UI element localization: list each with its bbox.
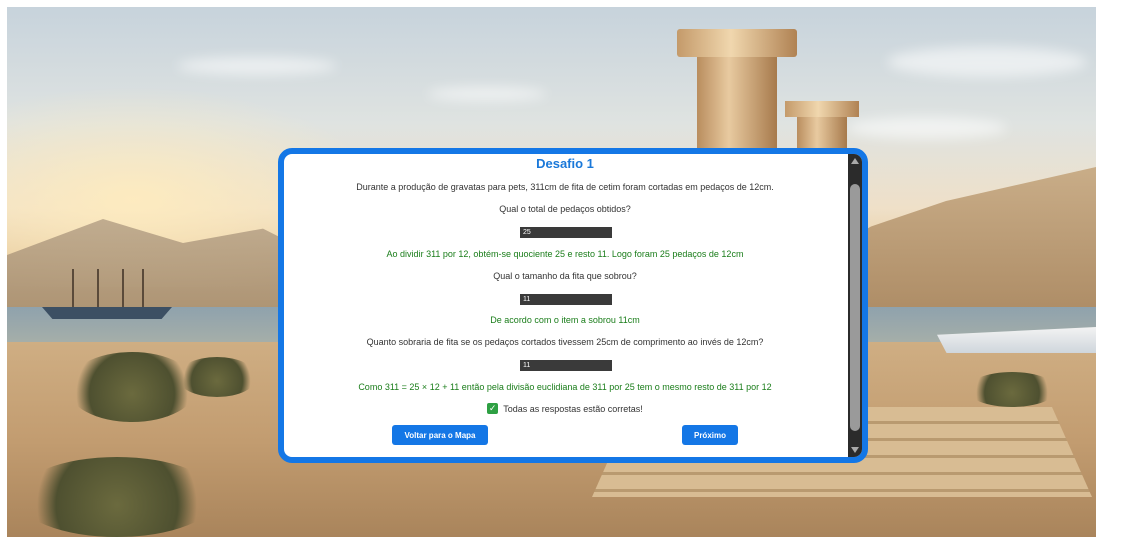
dialog-title: Desafio 1: [536, 156, 594, 171]
all-correct-message: ✓ Todas as respostas estão corretas!: [284, 403, 846, 414]
next-button[interactable]: Próximo: [682, 425, 738, 445]
scroll-up-arrow-icon[interactable]: [851, 158, 859, 164]
back-to-map-button[interactable]: Voltar para o Mapa: [392, 425, 488, 445]
question-3-text: Quanto sobraria de fita se os pedaços co…: [366, 337, 764, 347]
feedback-3: Como 311 = 25 × 12 + 11 então pela divis…: [358, 382, 772, 392]
scrollbar-thumb[interactable]: [850, 184, 860, 431]
dialog-scrollbar[interactable]: [848, 154, 862, 457]
all-correct-text: Todas as respostas estão corretas!: [503, 403, 643, 414]
problem-statement: Durante a produção de gravatas para pets…: [356, 182, 774, 192]
check-icon: ✓: [487, 403, 499, 414]
feedback-1: Ao dividir 311 por 12, obtém-se quocient…: [386, 249, 744, 259]
answer-2-input[interactable]: [520, 294, 612, 305]
dialog-content: Desafio 1 Durante a produção de gravatas…: [284, 154, 846, 457]
challenge-dialog: Desafio 1 Durante a produção de gravatas…: [278, 148, 868, 463]
sailing-ship: [42, 269, 172, 319]
question-2-text: Qual o tamanho da fita que sobrou?: [493, 271, 637, 281]
answer-1-input[interactable]: [520, 227, 612, 238]
scroll-down-arrow-icon[interactable]: [851, 447, 859, 453]
question-1-text: Qual o total de pedaços obtidos?: [499, 204, 631, 214]
answer-3-input[interactable]: [520, 360, 612, 371]
feedback-2: De acordo com o item a sobrou 11cm: [490, 315, 640, 325]
